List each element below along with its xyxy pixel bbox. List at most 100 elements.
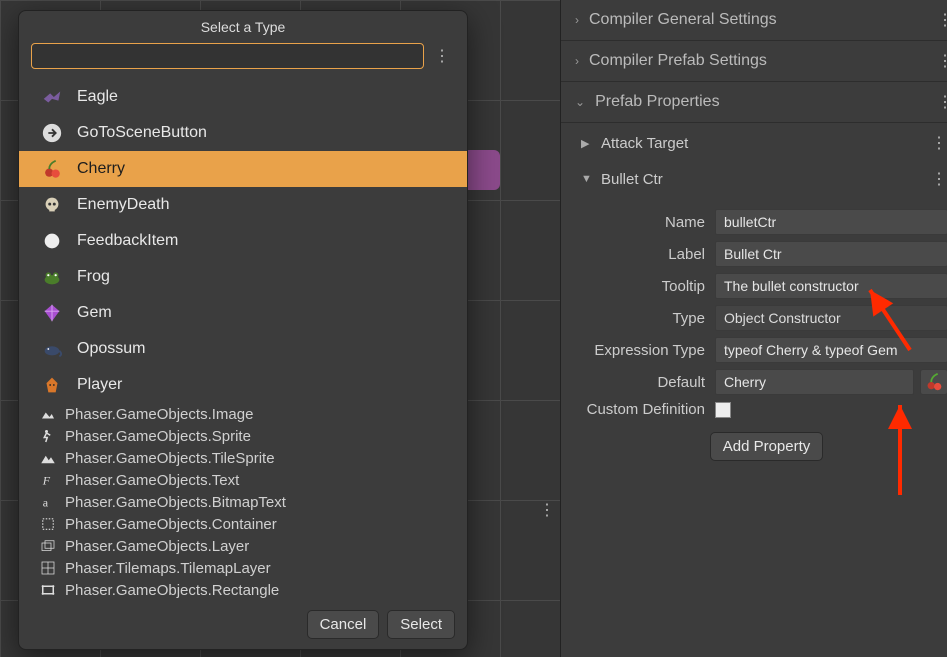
expression-type-field[interactable] <box>715 337 947 363</box>
section-menu-icon[interactable]: ⋮ <box>933 90 947 114</box>
prefab-item-label: Attack Target <box>601 135 688 152</box>
type-label: Type <box>585 310 715 327</box>
type-item-builtin[interactable]: a Phaser.GameObjects.BitmapText <box>19 491 467 513</box>
tooltip-field[interactable] <box>715 273 947 299</box>
dialog-title: Select a Type <box>19 11 467 43</box>
run-icon <box>39 427 57 445</box>
label-field[interactable] <box>715 241 947 267</box>
arrow-right-icon <box>39 120 65 146</box>
chevron-icon: ⌄ <box>575 95 585 109</box>
prefab-item-label: Bullet Ctr <box>601 171 663 188</box>
type-item-gotoscenebutton[interactable]: GoToSceneButton <box>19 115 467 151</box>
type-item-label: FeedbackItem <box>77 232 178 250</box>
cherry-icon <box>39 156 65 182</box>
type-item-label: Gem <box>77 304 112 322</box>
type-list[interactable]: Eagle GoToSceneButton Cherry EnemyDeath Feed… <box>19 75 467 600</box>
type-item-builtin[interactable]: Phaser.GameObjects.Layer <box>19 535 467 557</box>
inspector-panel: › Compiler General Settings ⋮ › Compiler Pre… <box>560 0 947 657</box>
opossum-icon <box>39 336 65 362</box>
default-field[interactable] <box>715 369 914 395</box>
cancel-button[interactable]: Cancel <box>307 610 380 639</box>
mountain-icon <box>39 449 57 467</box>
chevron-icon: › <box>575 54 579 68</box>
type-item-enemydeath[interactable]: EnemyDeath <box>19 187 467 223</box>
eagle-icon <box>39 84 65 110</box>
circle-icon <box>39 228 65 254</box>
type-item-label: Eagle <box>77 88 118 106</box>
tooltip-label: Tooltip <box>585 278 715 295</box>
section-compiler-prefab-settings[interactable]: › Compiler Prefab Settings ⋮ <box>561 41 947 82</box>
container-icon <box>39 515 57 533</box>
section-menu-icon[interactable]: ⋮ <box>933 49 947 73</box>
fox-icon <box>39 372 65 398</box>
skull-icon <box>39 192 65 218</box>
chevron-icon: › <box>575 13 579 27</box>
default-picker-button[interactable] <box>920 369 947 395</box>
prefab-item-attack-target[interactable]: ▶Attack Target⋮ <box>567 125 947 161</box>
expression-type-label: Expression Type <box>585 342 715 359</box>
type-item-builtin[interactable]: Phaser.GameObjects.Sprite <box>19 425 467 447</box>
name-field[interactable] <box>715 209 947 235</box>
cherry-icon <box>923 371 945 393</box>
svg-text:F: F <box>42 474 51 488</box>
bullet-ctr-form: Name Label Tooltip Type Expression Type <box>567 197 947 467</box>
section-label: Compiler Prefab Settings <box>589 52 767 70</box>
item-menu-icon[interactable]: ⋮ <box>927 167 947 191</box>
type-item-frog[interactable]: Frog <box>19 259 467 295</box>
type-item-builtin[interactable]: Phaser.GameObjects.TileSprite <box>19 447 467 469</box>
search-menu-icon[interactable]: ⋮ <box>430 44 455 68</box>
type-item-label: Phaser.GameObjects.Layer <box>65 538 249 555</box>
type-item-label: Phaser.GameObjects.TileSprite <box>65 450 275 467</box>
frog-icon <box>39 264 65 290</box>
rect-icon <box>39 581 57 599</box>
section-menu-icon[interactable]: ⋮ <box>933 8 947 32</box>
triangle-icon: ▼ <box>581 173 595 185</box>
search-input[interactable] <box>31 43 424 69</box>
type-item-feedbackitem[interactable]: FeedbackItem <box>19 223 467 259</box>
prefab-item-bullet-ctr[interactable]: ▼ Bullet Ctr ⋮ <box>567 161 947 197</box>
grid-icon <box>39 559 57 577</box>
type-item-label: GoToSceneButton <box>77 124 207 142</box>
type-item-builtin[interactable]: Phaser.GameObjects.Image <box>19 403 467 425</box>
name-label: Name <box>585 214 715 231</box>
label-label: Label <box>585 246 715 263</box>
type-item-label: Phaser.Tilemaps.TilemapLayer <box>65 560 271 577</box>
custom-definition-checkbox[interactable] <box>715 402 731 418</box>
section-label: Compiler General Settings <box>589 11 777 29</box>
type-item-label: Frog <box>77 268 110 286</box>
panel-menu-icon[interactable]: ⋮ <box>535 498 560 522</box>
type-item-label: Phaser.GameObjects.Image <box>65 406 253 423</box>
type-item-builtin[interactable]: Phaser.GameObjects.Rectangle <box>19 579 467 600</box>
type-item-label: Phaser.GameObjects.Sprite <box>65 428 251 445</box>
type-item-cherry[interactable]: Cherry <box>19 151 467 187</box>
type-item-gem[interactable]: Gem <box>19 295 467 331</box>
type-item-builtin[interactable]: Phaser.GameObjects.Container <box>19 513 467 535</box>
type-item-opossum[interactable]: Opossum <box>19 331 467 367</box>
type-item-label: Player <box>77 376 122 394</box>
section-prefab-properties[interactable]: ⌄ Prefab Properties ⋮ <box>561 82 947 123</box>
type-item-label: Opossum <box>77 340 145 358</box>
bitmap-icon: a <box>39 493 57 511</box>
type-item-player[interactable]: Player <box>19 367 467 403</box>
section-compiler-general-settings[interactable]: › Compiler General Settings ⋮ <box>561 0 947 41</box>
type-item-label: Cherry <box>77 160 125 178</box>
type-item-builtin[interactable]: F Phaser.GameObjects.Text <box>19 469 467 491</box>
select-type-dialog: Select a Type ⋮ Eagle GoToSceneButton Cher… <box>18 10 468 650</box>
font-icon: F <box>39 471 57 489</box>
svg-text:a: a <box>43 496 49 510</box>
type-item-label: Phaser.GameObjects.Container <box>65 516 277 533</box>
type-item-eagle[interactable]: Eagle <box>19 79 467 115</box>
default-label: Default <box>585 374 715 391</box>
type-item-label: Phaser.GameObjects.Rectangle <box>65 582 279 599</box>
gem-icon <box>39 300 65 326</box>
custom-definition-label: Custom Definition <box>585 401 715 418</box>
section-label: Prefab Properties <box>595 93 720 111</box>
type-item-label: Phaser.GameObjects.BitmapText <box>65 494 286 511</box>
type-field[interactable] <box>715 305 947 331</box>
add-property-button[interactable]: Add Property <box>710 432 824 461</box>
type-item-builtin[interactable]: Phaser.Tilemaps.TilemapLayer <box>19 557 467 579</box>
layer-icon <box>39 537 57 555</box>
type-item-label: Phaser.GameObjects.Text <box>65 472 239 489</box>
item-menu-icon[interactable]: ⋮ <box>927 131 947 155</box>
select-button[interactable]: Select <box>387 610 455 639</box>
